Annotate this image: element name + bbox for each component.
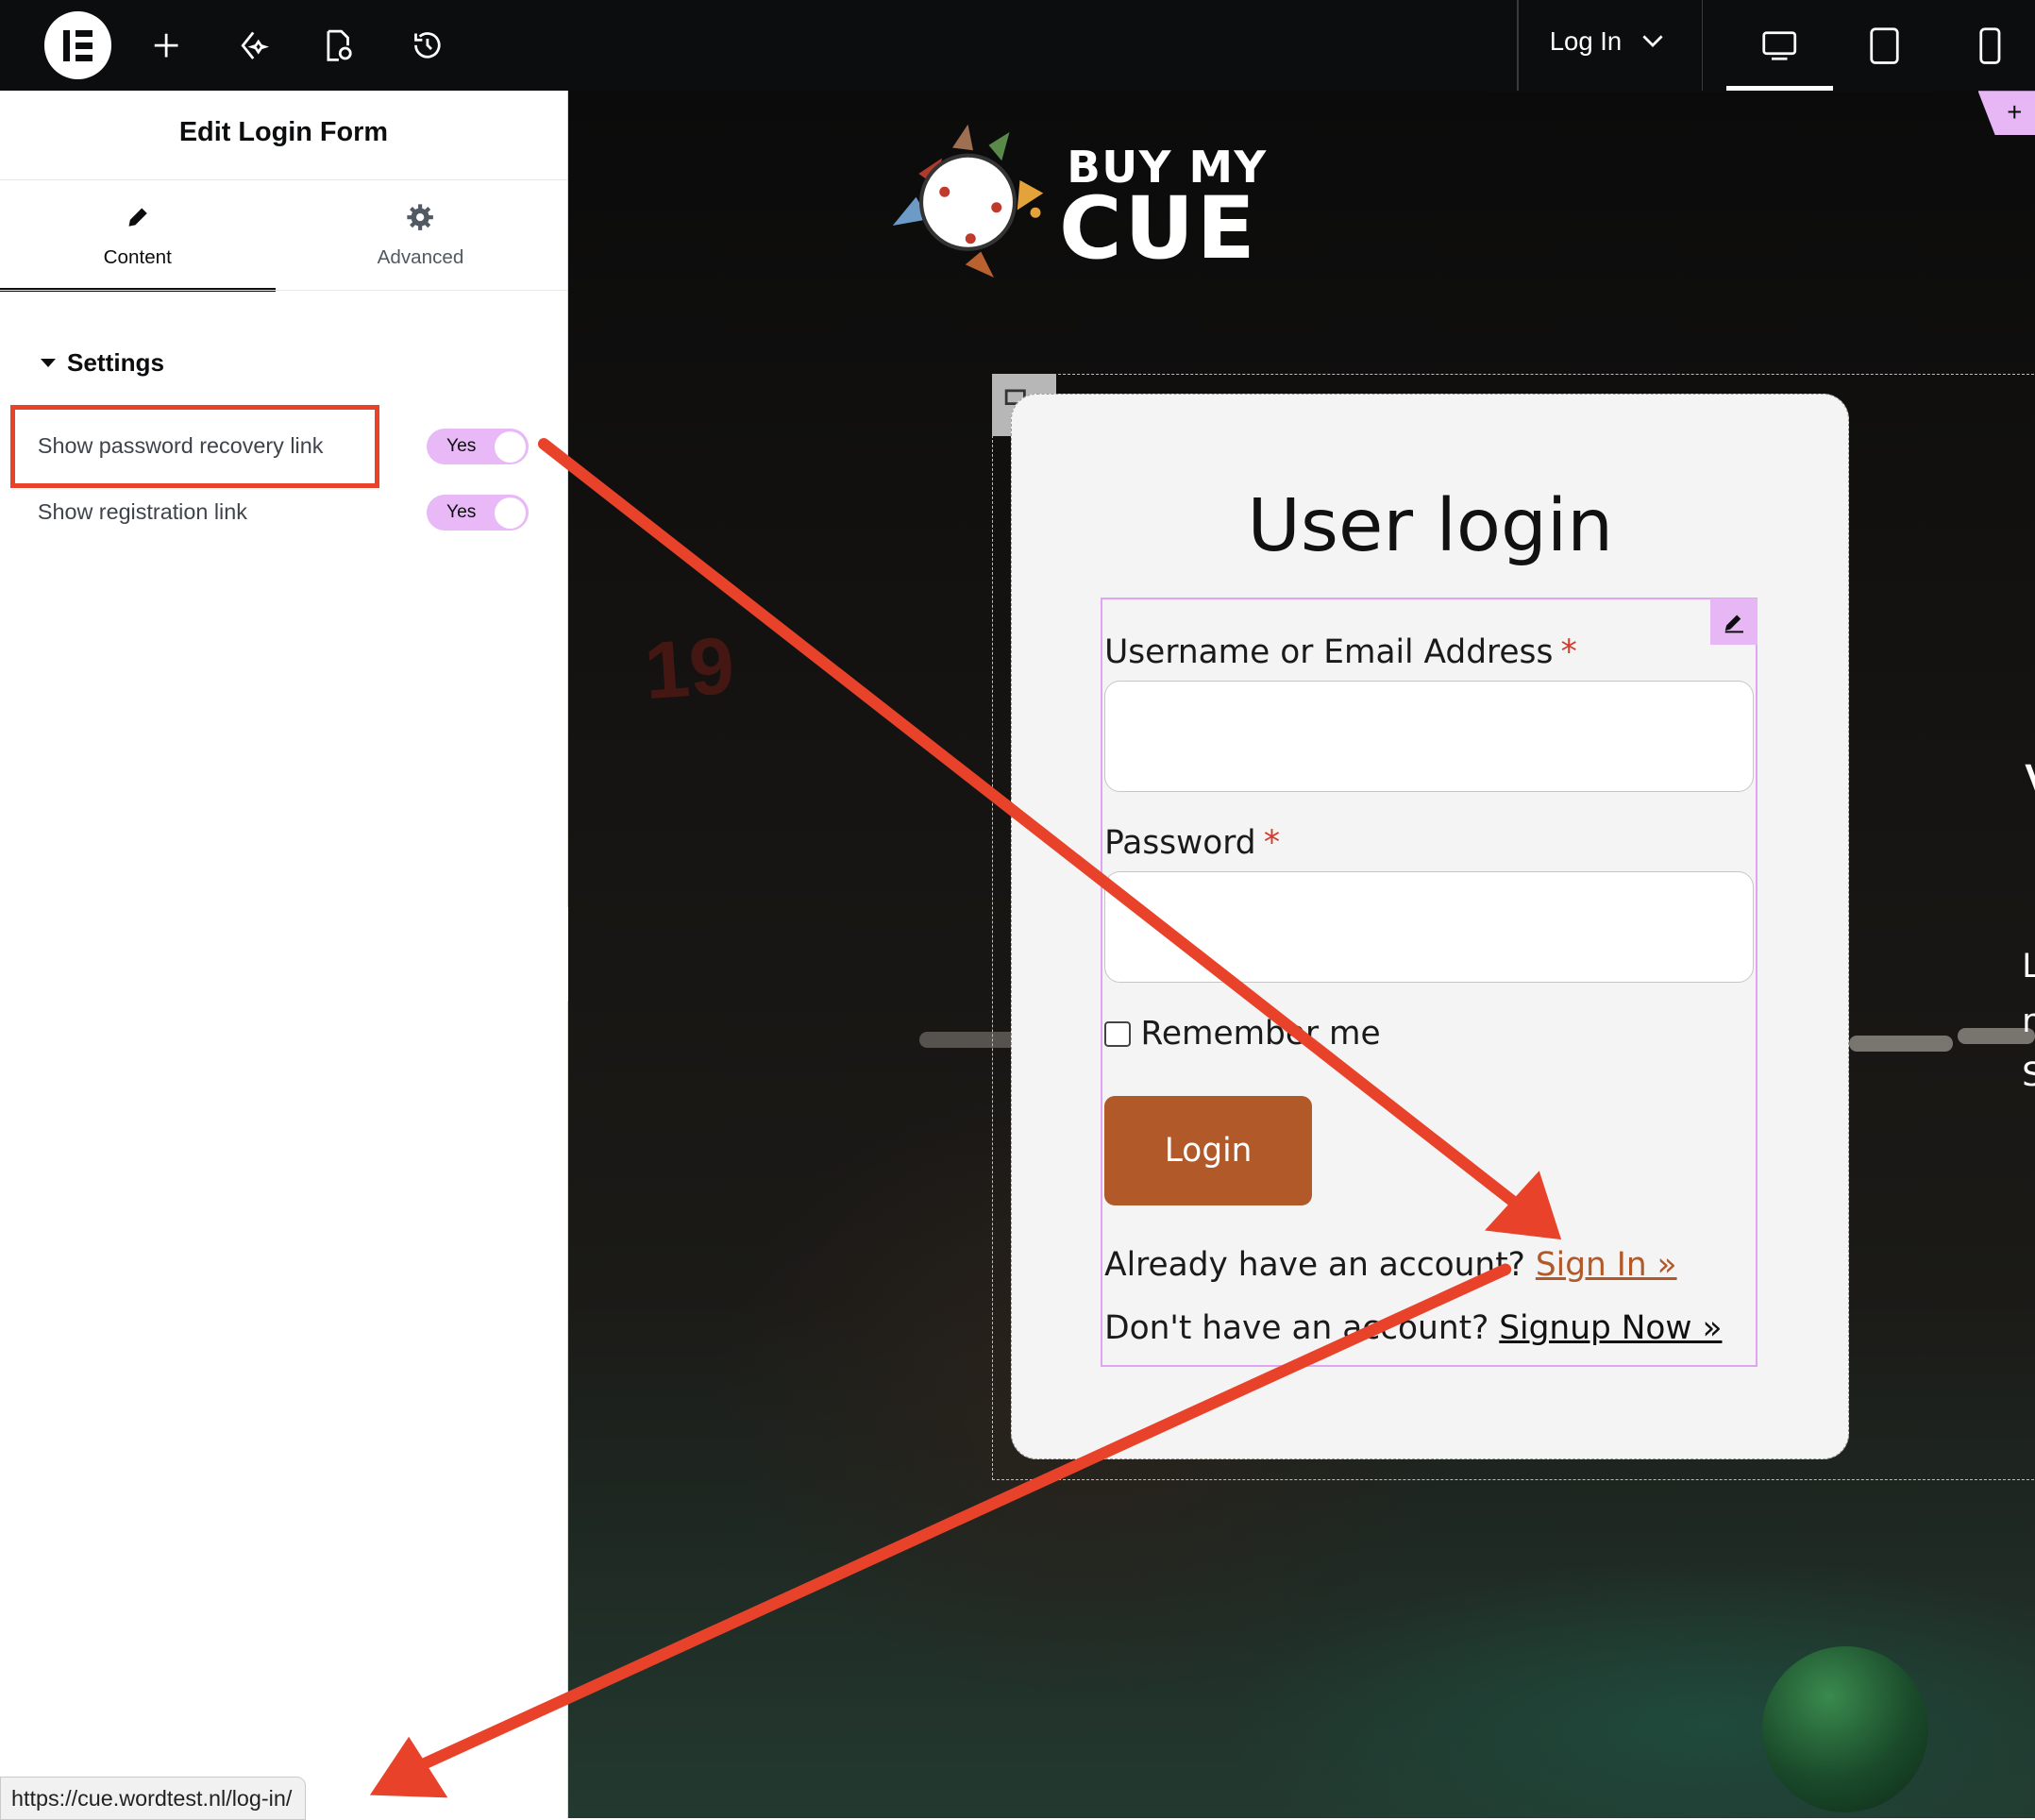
signin-link[interactable]: Sign In » <box>1536 1246 1677 1284</box>
caret-down-icon <box>41 359 56 367</box>
annotation-highlight-box <box>10 405 379 488</box>
desktop-icon[interactable] <box>1726 0 1833 91</box>
status-url: https://cue.wordtest.nl/log-in/ <box>0 1777 306 1820</box>
side-text: L <box>2022 948 2035 986</box>
tab-content-label: Content <box>0 246 276 269</box>
password-recovery-toggle[interactable]: Yes <box>427 429 528 465</box>
side-text: V <box>2025 753 2035 817</box>
username-label-text: Username or Email Address <box>1104 633 1553 671</box>
side-text: S <box>2022 1056 2035 1094</box>
toggle-text: Yes <box>446 502 476 523</box>
password-label-text: Password <box>1104 824 1256 862</box>
elementor-logo-icon[interactable] <box>44 11 112 79</box>
tab-advanced[interactable]: Advanced <box>283 200 559 289</box>
toggle-text: Yes <box>446 436 476 457</box>
side-text: r <box>2022 1003 2035 1040</box>
remember-me[interactable]: Remember me <box>1104 1015 1381 1053</box>
tab-advanced-label: Advanced <box>283 246 559 269</box>
signup-prefix: Don't have an account? <box>1104 1309 1488 1347</box>
gear-icon <box>283 203 559 231</box>
background-number: 19 <box>642 620 737 718</box>
signin-line: Already have an account? Sign In » <box>1104 1246 1676 1284</box>
registration-link-toggle[interactable]: Yes <box>427 495 528 531</box>
logo-mark-icon <box>890 122 1059 284</box>
page-selector[interactable]: Log In <box>1550 26 1663 57</box>
login-button[interactable]: Login <box>1104 1096 1312 1206</box>
password-label: Password* <box>1104 824 1280 862</box>
settings-section-toggle[interactable]: Settings <box>41 348 164 378</box>
signin-prefix: Already have an account? <box>1104 1246 1525 1284</box>
panel-title: Edit Login Form <box>0 117 567 148</box>
history-icon[interactable] <box>404 22 451 69</box>
brand-line-2: CUE <box>1059 179 1258 278</box>
required-mark: * <box>1561 633 1577 671</box>
username-label: Username or Email Address* <box>1104 633 1577 671</box>
registration-link-label: Show registration link <box>38 499 247 525</box>
mobile-icon[interactable] <box>1937 0 2035 91</box>
password-input[interactable] <box>1104 871 1754 983</box>
signup-link[interactable]: Signup Now » <box>1499 1309 1722 1347</box>
edit-widget-button[interactable] <box>1710 598 1758 646</box>
signup-line: Don't have an account? Signup Now » <box>1104 1309 1722 1347</box>
remember-checkbox[interactable] <box>1104 1021 1130 1047</box>
add-section-icon[interactable]: + <box>1978 91 2035 135</box>
pencil-icon <box>0 203 276 231</box>
remember-label: Remember me <box>1141 1015 1381 1053</box>
chevron-down-icon <box>1642 35 1663 48</box>
add-icon[interactable] <box>143 22 190 69</box>
page-selector-label: Log In <box>1550 26 1622 57</box>
required-mark: * <box>1264 824 1280 862</box>
tablet-icon[interactable] <box>1831 0 1938 91</box>
canvas-preview: 19 + BUY MY CUE User login Username or E… <box>568 91 2035 1818</box>
ai-sparkle-icon[interactable] <box>229 22 277 69</box>
editor-topbar: Log In <box>0 0 2035 91</box>
page-settings-icon[interactable] <box>315 22 362 69</box>
username-input[interactable] <box>1104 681 1754 792</box>
pencil-icon <box>1723 610 1746 633</box>
section-title: Settings <box>67 348 164 378</box>
tab-content[interactable]: Content <box>0 200 276 293</box>
edit-panel: Edit Login Form Content Advanced Setting… <box>0 91 568 1818</box>
billiard-ball-image <box>1762 1646 1928 1812</box>
